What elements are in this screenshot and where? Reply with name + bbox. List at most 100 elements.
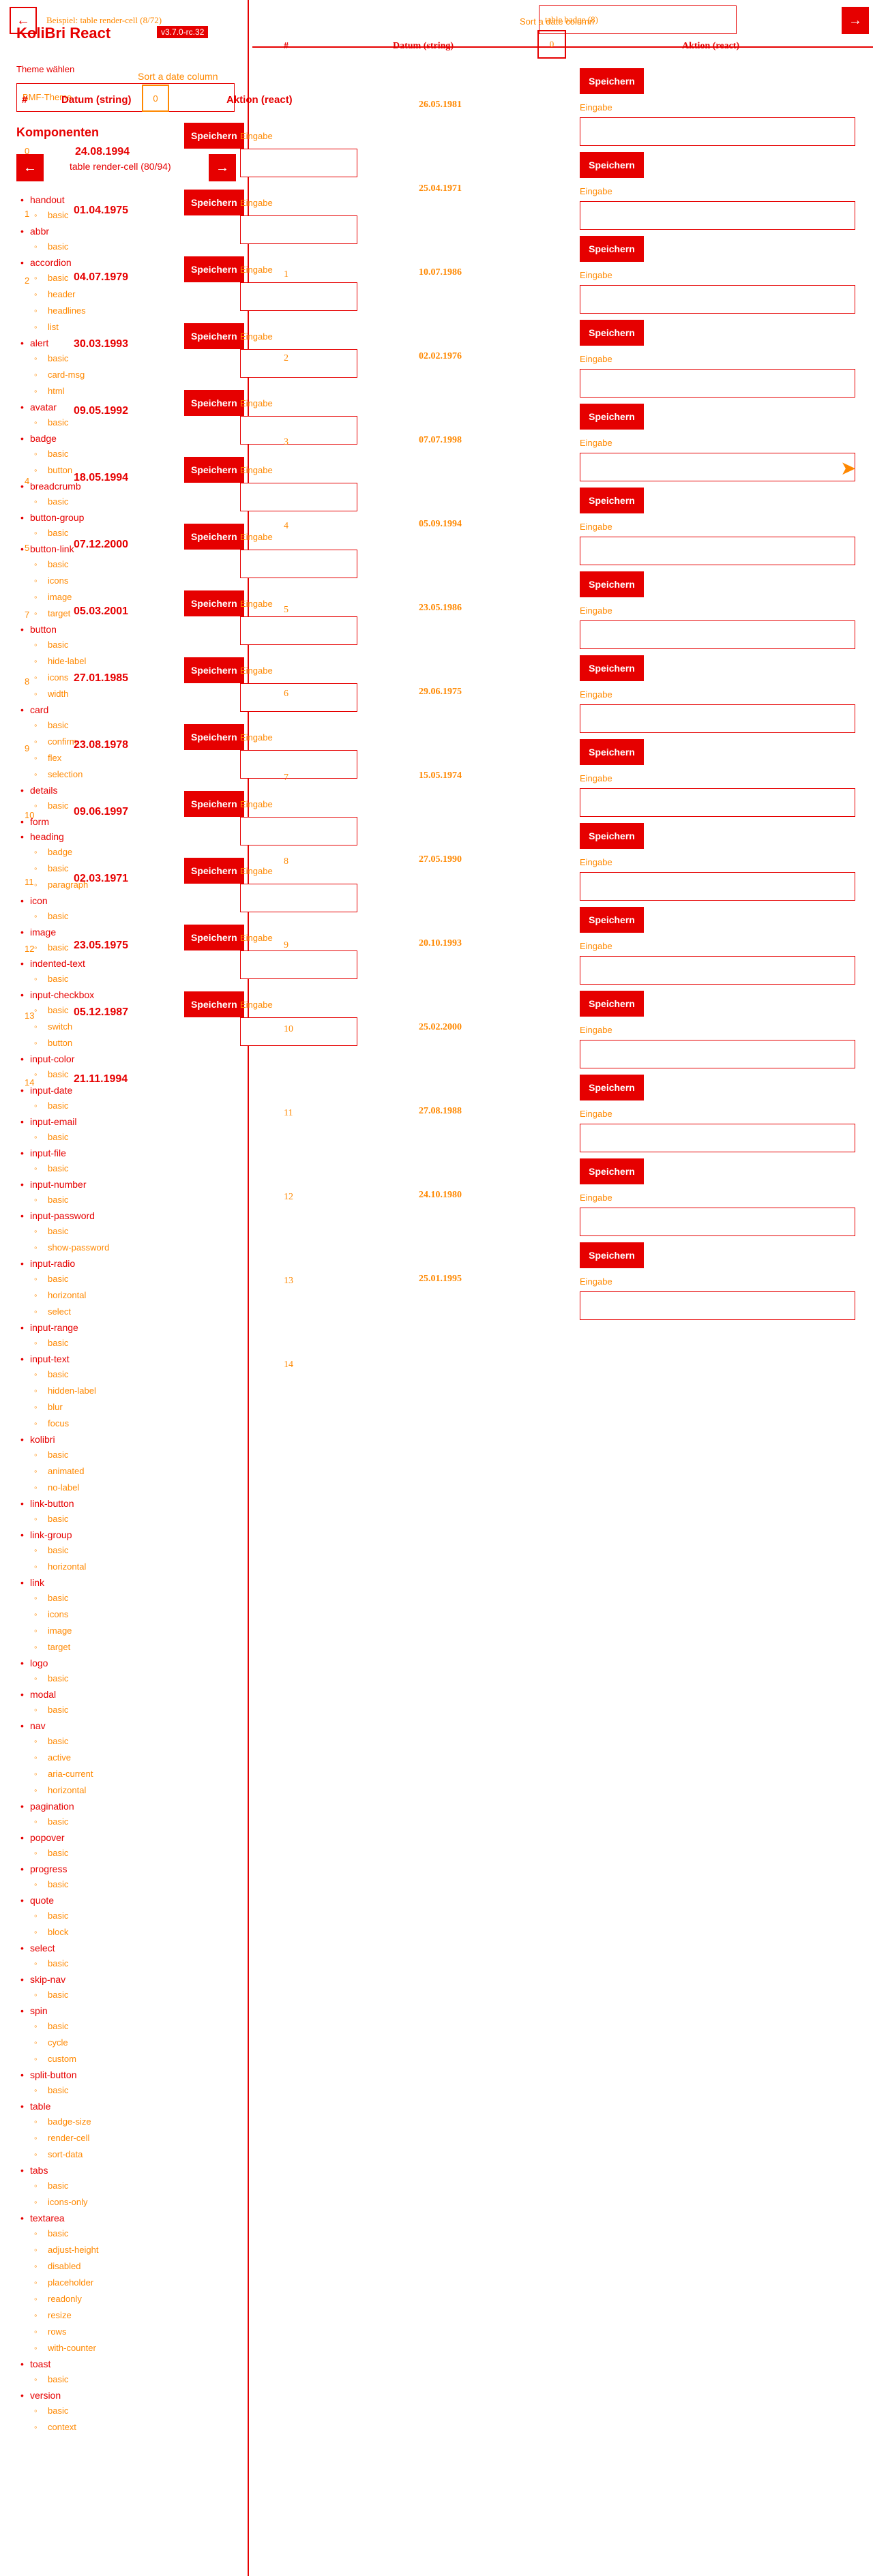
main-input-field[interactable] <box>580 117 855 146</box>
sidebar-variant-input-text-basic[interactable]: basic <box>30 1366 241 1383</box>
overlay-save-button[interactable]: Speichern <box>184 256 244 282</box>
sidebar-variant-textarea-disabled[interactable]: disabled <box>30 2258 241 2275</box>
sidebar-variant-select-basic[interactable]: basic <box>30 1956 241 1972</box>
sidebar-item-input-text[interactable]: input-text basichidden-labelblurfocus <box>16 1351 241 1432</box>
overlay-save-button[interactable]: Speichern <box>184 791 244 817</box>
sidebar-variant-nav-aria-current[interactable]: aria-current <box>30 1766 241 1782</box>
sidebar-variant-link-button-basic[interactable]: basic <box>30 1511 241 1527</box>
sidebar-item-input-file[interactable]: input-file basic <box>16 1145 241 1177</box>
sidebar-variant-tabs-basic[interactable]: basic <box>30 2178 241 2194</box>
sidebar-variant-kolibri-no-label[interactable]: no-label <box>30 1480 241 1496</box>
main-save-button[interactable]: Speichern <box>580 571 644 597</box>
sidebar-item-progress[interactable]: progress basic <box>16 1861 241 1893</box>
overlay-save-button[interactable]: Speichern <box>184 991 244 1017</box>
main-save-button[interactable]: Speichern <box>580 655 644 681</box>
sidebar-variant-nav-active[interactable]: active <box>30 1750 241 1766</box>
sidebar-variant-kolibri-animated[interactable]: animated <box>30 1463 241 1480</box>
main-input-field[interactable] <box>580 537 855 565</box>
main-input-field[interactable] <box>580 620 855 649</box>
sidebar-variant-textarea-resize[interactable]: resize <box>30 2307 241 2324</box>
main-input-field[interactable] <box>580 201 855 230</box>
sidebar-variant-input-text-hidden-label[interactable]: hidden-label <box>30 1383 241 1399</box>
sidebar-variant-version-basic[interactable]: basic <box>30 2403 241 2419</box>
sidebar-item-input-number[interactable]: input-number basic <box>16 1177 241 1208</box>
sidebar-item-link-group[interactable]: link-group basichorizontal <box>16 1527 241 1575</box>
overlay-sort-button[interactable]: 0 <box>142 85 169 112</box>
sidebar-item-link[interactable]: link basiciconsimagetarget <box>16 1575 241 1656</box>
sidebar-item-modal[interactable]: modal basic <box>16 1687 241 1718</box>
sidebar-variant-pagination-basic[interactable]: basic <box>30 1814 241 1830</box>
sidebar-variant-input-radio-select[interactable]: select <box>30 1304 241 1320</box>
sidebar-variant-link-image[interactable]: image <box>30 1623 241 1639</box>
sidebar-variant-table-render-cell[interactable]: render-cell <box>30 2130 241 2146</box>
sidebar-item-input-range[interactable]: input-range basic <box>16 1320 241 1351</box>
main-save-button[interactable]: Speichern <box>580 1158 644 1184</box>
sidebar-variant-input-text-focus[interactable]: focus <box>30 1416 241 1432</box>
sidebar-item-input-password[interactable]: input-password basicshow-password <box>16 1208 241 1256</box>
sidebar-variant-kolibri-basic[interactable]: basic <box>30 1447 241 1463</box>
sidebar-variant-logo-basic[interactable]: basic <box>30 1671 241 1687</box>
main-input-field[interactable] <box>580 1040 855 1068</box>
main-input-field[interactable] <box>580 369 855 398</box>
sidebar-item-textarea[interactable]: textarea basicadjust-heightdisabledplaceh… <box>16 2211 241 2356</box>
sidebar-variant-progress-basic[interactable]: basic <box>30 1876 241 1893</box>
sidebar-variant-version-context[interactable]: context <box>30 2419 241 2436</box>
main-input-field[interactable] <box>580 1208 855 1236</box>
sidebar-variant-textarea-readonly[interactable]: readonly <box>30 2291 241 2307</box>
overlay-save-button[interactable]: Speichern <box>184 590 244 616</box>
overlay-save-button[interactable]: Speichern <box>184 524 244 550</box>
sidebar-variant-textarea-rows[interactable]: rows <box>30 2324 241 2340</box>
overlay-save-button[interactable]: Speichern <box>184 657 244 683</box>
overlay-save-button[interactable]: Speichern <box>184 457 244 483</box>
sidebar-variant-input-file-basic[interactable]: basic <box>30 1160 241 1177</box>
overlay-save-button[interactable]: Speichern <box>184 858 244 884</box>
main-input-field[interactable] <box>580 1291 855 1320</box>
sidebar-variant-table-badge-size[interactable]: badge-size <box>30 2114 241 2130</box>
main-input-field[interactable] <box>580 704 855 733</box>
sidebar-variant-link-target[interactable]: target <box>30 1639 241 1656</box>
main-save-button[interactable]: Speichern <box>580 1075 644 1100</box>
sidebar-item-link-button[interactable]: link-button basic <box>16 1496 241 1527</box>
sidebar-variant-modal-basic[interactable]: basic <box>30 1702 241 1718</box>
sidebar-item-table[interactable]: table badge-sizerender-cellsort-data <box>16 2099 241 2163</box>
sidebar-variant-link-group-basic[interactable]: basic <box>30 1542 241 1559</box>
sidebar-item-tabs[interactable]: tabs basicicons-only <box>16 2163 241 2211</box>
sidebar-variant-skip-nav-basic[interactable]: basic <box>30 1987 241 2003</box>
main-input-field[interactable] <box>580 285 855 314</box>
overlay-save-button[interactable]: Speichern <box>184 925 244 950</box>
sidebar-variant-input-number-basic[interactable]: basic <box>30 1192 241 1208</box>
main-save-button[interactable]: Speichern <box>580 68 644 94</box>
sidebar-item-quote[interactable]: quote basicblock <box>16 1893 241 1941</box>
sidebar-variant-input-range-basic[interactable]: basic <box>30 1335 241 1351</box>
sidebar-variant-quote-block[interactable]: block <box>30 1924 241 1941</box>
sidebar-item-select[interactable]: select basic <box>16 1941 241 1972</box>
sidebar-variant-input-radio-horizontal[interactable]: horizontal <box>30 1287 241 1304</box>
sidebar-variant-input-radio-basic[interactable]: basic <box>30 1271 241 1287</box>
sidebar-variant-textarea-basic[interactable]: basic <box>30 2226 241 2242</box>
sidebar-variant-textarea-with-counter[interactable]: with-counter <box>30 2340 241 2356</box>
sidebar-item-version[interactable]: version basiccontext <box>16 2388 241 2436</box>
main-save-button[interactable]: Speichern <box>580 1242 644 1268</box>
sidebar-variant-table-sort-data[interactable]: sort-data <box>30 2146 241 2163</box>
sidebar-variant-quote-basic[interactable]: basic <box>30 1908 241 1924</box>
overlay-next-button[interactable]: → <box>209 154 236 181</box>
overlay-save-button[interactable]: Speichern <box>184 724 244 750</box>
sidebar-variant-link-icons[interactable]: icons <box>30 1606 241 1623</box>
sidebar-variant-nav-horizontal[interactable]: horizontal <box>30 1782 241 1799</box>
main-input-field[interactable] <box>580 872 855 901</box>
main-input-field[interactable] <box>580 788 855 817</box>
sidebar-variant-link-group-horizontal[interactable]: horizontal <box>30 1559 241 1575</box>
main-input-field[interactable] <box>580 956 855 985</box>
overlay-save-button[interactable]: Speichern <box>184 123 244 149</box>
sidebar-variant-split-button-basic[interactable]: basic <box>30 2082 241 2099</box>
overlay-prev-button[interactable]: ← <box>16 154 44 181</box>
main-save-button[interactable]: Speichern <box>580 152 644 178</box>
main-save-button[interactable]: Speichern <box>580 404 644 430</box>
sidebar-variant-toast-basic[interactable]: basic <box>30 2371 241 2388</box>
main-save-button[interactable]: Speichern <box>580 320 644 346</box>
sidebar-variant-input-text-blur[interactable]: blur <box>30 1399 241 1416</box>
sidebar-variant-textarea-adjust-height[interactable]: adjust-height <box>30 2242 241 2258</box>
sidebar-item-input-radio[interactable]: input-radio basichorizontalselect <box>16 1256 241 1320</box>
main-sort-button[interactable]: 0 <box>537 30 566 59</box>
sidebar-item-split-button[interactable]: split-button basic <box>16 2067 241 2099</box>
